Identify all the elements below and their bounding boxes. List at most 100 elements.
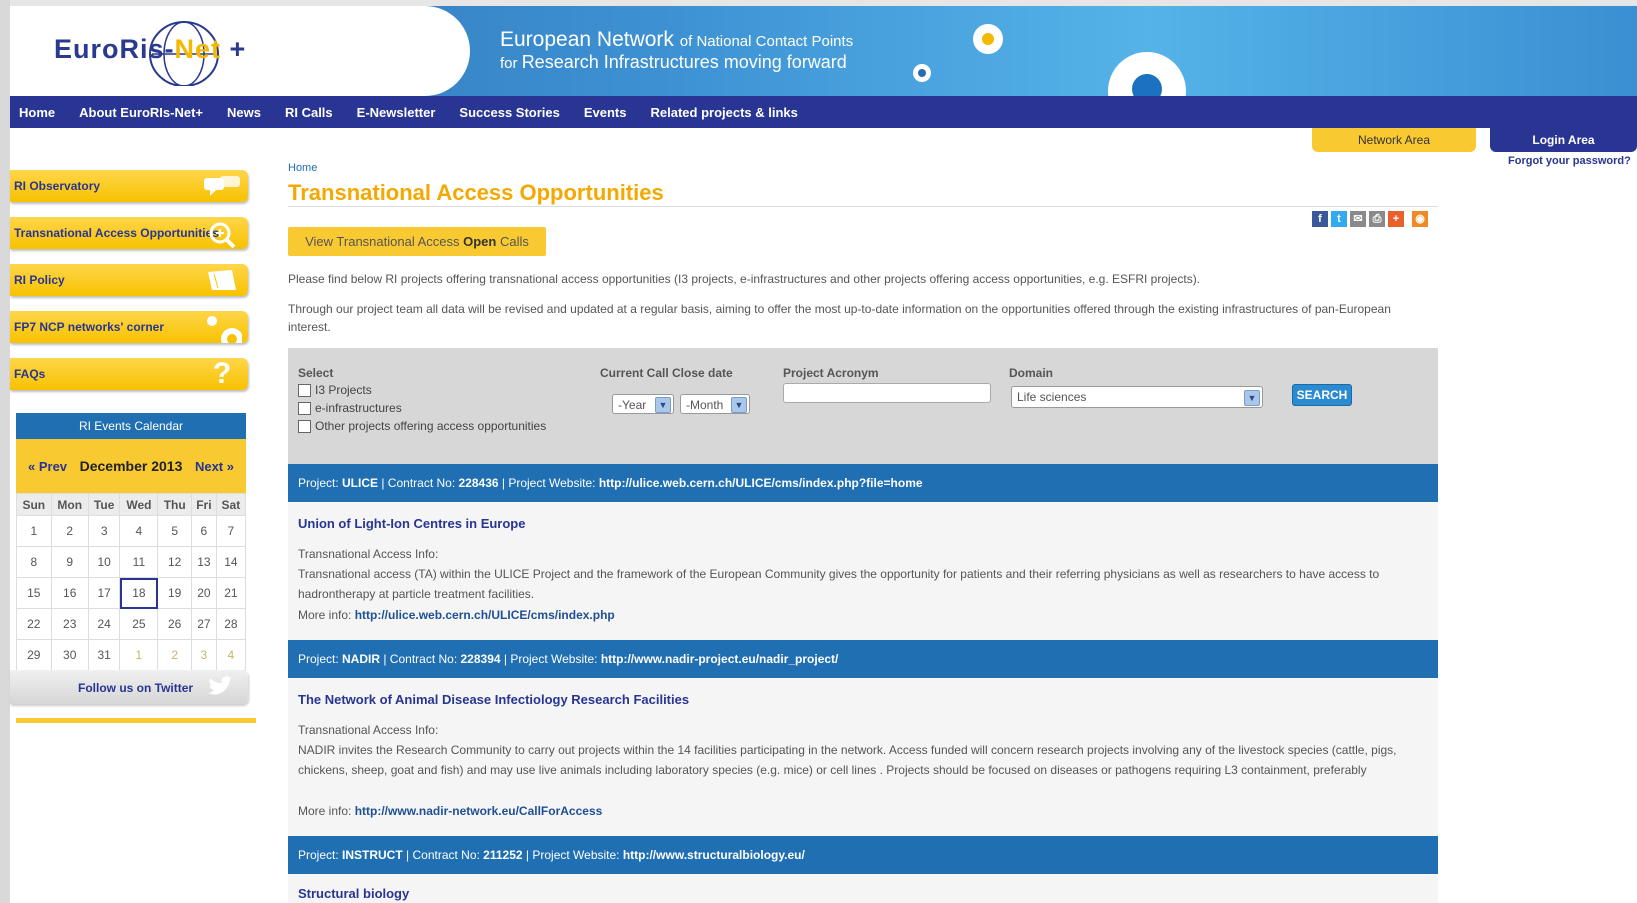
calendar-day[interactable]: 3: [87, 515, 121, 547]
circles-icon: [202, 315, 243, 350]
calendar-day[interactable]: 27: [191, 608, 217, 640]
calendar-day[interactable]: 6: [191, 515, 217, 547]
calendar-day[interactable]: 9: [50, 546, 89, 578]
checkbox-other-projects[interactable]: Other projects offering access opportuni…: [298, 419, 546, 433]
month-select[interactable]: -Month ▼: [680, 394, 750, 414]
calendar-day[interactable]: 25: [119, 608, 159, 640]
page-title: Transnational Access Opportunities: [288, 180, 664, 205]
calendar-day[interactable]: 2: [50, 515, 89, 547]
more-info-link[interactable]: http://ulice.web.cern.ch/ULICE/cms/index…: [355, 608, 615, 622]
facebook-icon[interactable]: f: [1312, 211, 1328, 227]
calendar-day[interactable]: 24: [87, 608, 121, 640]
chevron-down-icon: ▼: [731, 397, 747, 413]
sidebar-item-ri-policy[interactable]: RI Policy: [10, 264, 248, 296]
calendar-prev-link[interactable]: « Prev: [28, 459, 67, 474]
decor-dot-small: [913, 64, 931, 82]
network-area-button[interactable]: Network Area: [1312, 128, 1476, 152]
share-icons: f t ✉ ⎙ + ◉: [1312, 211, 1428, 227]
calendar-day[interactable]: 7: [215, 515, 247, 547]
rss-icon[interactable]: ◉: [1412, 211, 1428, 227]
breadcrumb[interactable]: Home: [288, 162, 317, 174]
sidebar-item-fp7-ncp-networks[interactable]: FP7 NCP networks' corner: [10, 311, 248, 350]
calendar-day-next-month[interactable]: 1: [119, 639, 159, 671]
sidebar-item-ri-observatory[interactable]: RI Observatory: [10, 170, 248, 202]
calendar-day[interactable]: 12: [157, 546, 193, 578]
project-website-link[interactable]: http://www.structuralbiology.eu/: [623, 848, 805, 862]
calendar-day[interactable]: 14: [215, 546, 247, 578]
calendar-day[interactable]: 26: [157, 608, 193, 640]
add-share-icon[interactable]: +: [1388, 211, 1404, 227]
project-body-instruct: Structural biology: [288, 874, 1438, 903]
checkbox-i3-projects[interactable]: I3 Projects: [298, 383, 372, 397]
project-body-ulice: Union of Light-Ion Centres in Europe Tra…: [288, 502, 1438, 640]
calendar-day[interactable]: 10: [87, 546, 121, 578]
calendar-day[interactable]: 1: [16, 515, 52, 547]
day-header: Mon: [50, 493, 89, 516]
project-header-ulice: Project: ULICE | Contract No: 228436 | P…: [288, 464, 1438, 502]
print-icon[interactable]: ⎙: [1369, 211, 1385, 227]
calendar-day[interactable]: 5: [157, 515, 193, 547]
sidebar-item-faqs[interactable]: FAQs ?: [10, 358, 248, 390]
project-website-link[interactable]: http://ulice.web.cern.ch/ULICE/cms/index…: [599, 476, 923, 490]
nav-e-newsletter[interactable]: E-Newsletter: [357, 105, 436, 120]
domain-select[interactable]: Life sciences ▼: [1011, 386, 1263, 408]
calendar-day-today[interactable]: 18: [119, 577, 159, 609]
checkbox-e-infrastructures[interactable]: e-infrastructures: [298, 401, 402, 415]
search-button[interactable]: SEARCH: [1292, 384, 1352, 406]
project-website-link[interactable]: http://www.nadir-project.eu/nadir_projec…: [601, 652, 839, 666]
calendar-day[interactable]: 21: [215, 577, 247, 609]
calendar-day[interactable]: 11: [119, 546, 159, 578]
calendar-day[interactable]: 13: [191, 546, 217, 578]
search-filter-panel: Select I3 Projects e-infrastructures Oth…: [288, 348, 1438, 464]
header-tagline: European Network of National Contact Poi…: [500, 28, 854, 72]
project-info-label: Transnational Access Info:: [298, 547, 439, 561]
project-name-link[interactable]: The Network of Animal Disease Infectiolo…: [298, 692, 689, 707]
project-acronym-input[interactable]: [783, 383, 991, 403]
nav-ri-calls[interactable]: RI Calls: [285, 105, 333, 120]
calendar-day[interactable]: 8: [16, 546, 52, 578]
follow-twitter-button[interactable]: Follow us on Twitter: [10, 670, 248, 704]
calendar-day[interactable]: 19: [157, 577, 193, 609]
intro-text-2: Through our project team all data will b…: [288, 302, 1391, 334]
calendar-day[interactable]: 17: [87, 577, 121, 609]
day-header: Tue: [87, 493, 121, 516]
more-info-link[interactable]: http://www.nadir-network.eu/CallForAcces…: [355, 804, 603, 818]
login-area-button[interactable]: Login Area: [1490, 128, 1637, 152]
site-logo[interactable]: EuroRis-Net +: [54, 21, 264, 86]
calendar-day-next-month[interactable]: 4: [215, 639, 247, 671]
project-more-info: More info: http://www.nadir-network.eu/C…: [298, 804, 603, 818]
calendar-day[interactable]: 22: [16, 608, 52, 640]
question-icon: ?: [212, 357, 232, 390]
main-nav: Home About EuroRIs-Net+ News RI Calls E-…: [10, 96, 1637, 128]
project-name-link[interactable]: Union of Light-Ion Centres in Europe: [298, 516, 525, 531]
nav-news[interactable]: News: [227, 105, 261, 120]
calendar-day[interactable]: 23: [50, 608, 89, 640]
nav-success-stories[interactable]: Success Stories: [459, 105, 559, 120]
calendar-day[interactable]: 16: [50, 577, 89, 609]
calendar-day[interactable]: 30: [50, 639, 89, 671]
forgot-password-link[interactable]: Forgot your password?: [1508, 155, 1631, 167]
calendar-day[interactable]: 15: [16, 577, 52, 609]
calendar-day-next-month[interactable]: 2: [157, 639, 193, 671]
nav-related-projects[interactable]: Related projects & links: [651, 105, 798, 120]
decor-dot-large: [1108, 52, 1186, 96]
project-info-text: Transnational access (TA) within the ULI…: [298, 567, 1380, 601]
nav-about[interactable]: About EuroRIs-Net+: [79, 105, 203, 120]
calendar-day[interactable]: 4: [119, 515, 159, 547]
email-icon[interactable]: ✉: [1350, 211, 1366, 227]
calendar-day-next-month[interactable]: 3: [191, 639, 217, 671]
sidebar-item-transnational-access[interactable]: Transnational Access Opportunities: [10, 217, 248, 249]
view-open-calls-button[interactable]: View Transnational Access Open Calls: [288, 227, 546, 256]
nav-home[interactable]: Home: [19, 105, 55, 120]
project-name-link[interactable]: Structural biology: [298, 886, 409, 901]
site-header: EuroRis-Net + European Network of Nation…: [10, 6, 1637, 96]
twitter-icon[interactable]: t: [1331, 211, 1347, 227]
calendar-day[interactable]: 31: [87, 639, 121, 671]
calendar-next-link[interactable]: Next »: [195, 459, 234, 474]
calendar-day[interactable]: 28: [215, 608, 247, 640]
year-select[interactable]: -Year ▼: [612, 394, 674, 414]
calendar-day[interactable]: 20: [191, 577, 217, 609]
domain-label: Domain: [1009, 366, 1054, 380]
nav-events[interactable]: Events: [584, 105, 627, 120]
calendar-day[interactable]: 29: [16, 639, 52, 671]
